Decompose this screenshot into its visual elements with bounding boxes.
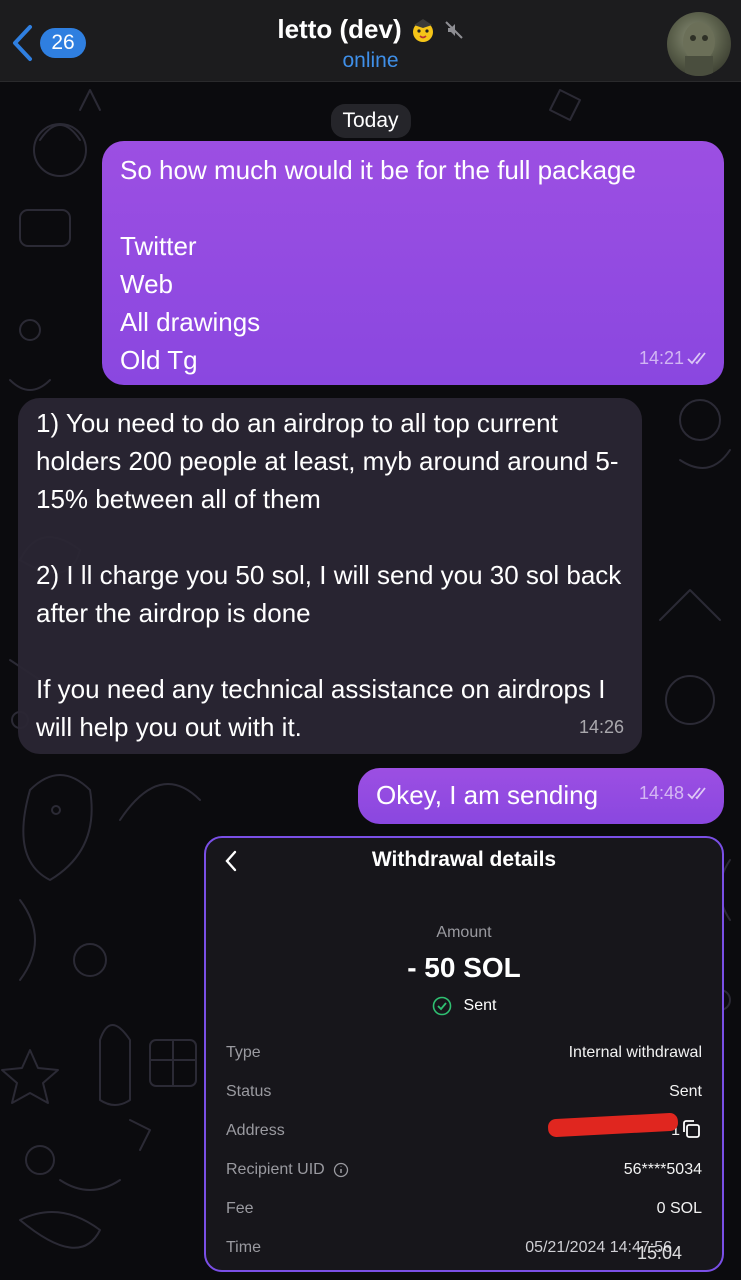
avatar[interactable] — [667, 12, 731, 76]
avatar-image — [683, 22, 715, 76]
detail-value: Sent — [669, 1083, 702, 1100]
info-icon[interactable] — [333, 1162, 349, 1178]
chat-title: letto (dev) — [277, 14, 402, 44]
message-time: 14:48 — [638, 783, 684, 803]
detail-value: 56****5034 — [623, 1161, 702, 1178]
detail-key-label: Recipient UID — [226, 1161, 325, 1178]
message-meta: 14:21 — [639, 339, 710, 377]
muted-icon — [444, 20, 463, 39]
message-meta: 14:48 — [639, 774, 710, 812]
amount-label: Amount — [436, 924, 492, 941]
detail-key: Address — [226, 1122, 285, 1139]
detail-key: Time — [226, 1239, 261, 1256]
detail-row-fee: Fee 0 SOL — [226, 1200, 702, 1239]
message-meta: 14:26 — [579, 708, 624, 746]
detail-row-address: Address 1 — [226, 1112, 702, 1161]
withdrawal-screenshot[interactable]: Withdrawal details Amount - 50 SOL Sent … — [204, 836, 724, 1272]
read-checks-icon — [687, 787, 706, 800]
detail-row-type: Type Internal withdrawal — [226, 1044, 702, 1083]
read-checks-icon — [687, 352, 706, 365]
sent-label: Sent — [463, 997, 497, 1014]
message-bubble-incoming[interactable]: 1) You need to do an airdrop to all top … — [18, 398, 642, 754]
message-bubble-outgoing[interactable]: So how much would it be for the full pac… — [102, 141, 724, 385]
withdrawal-title: Withdrawal details — [371, 848, 557, 871]
amount-value: - 50 SOL — [407, 952, 521, 983]
detail-key: Type — [226, 1044, 261, 1061]
withdrawal-details-list: Type Internal withdrawal Status Sent Add… — [226, 1044, 702, 1270]
withdrawal-header: Withdrawal details — [206, 838, 722, 884]
message-bubble-outgoing[interactable]: Okey, I am sending 14:48 — [358, 768, 724, 824]
message-time: 14:26 — [578, 717, 624, 737]
detail-key: Fee — [226, 1200, 254, 1217]
message-text: 1) You need to do an airdrop to all top … — [36, 408, 622, 742]
copy-icon[interactable] — [680, 1118, 702, 1140]
detail-key: Status — [226, 1083, 272, 1100]
sent-status: Sent — [206, 996, 722, 1016]
detail-row-time: Time 05/21/2024 14:47:56 15:04 — [226, 1239, 702, 1270]
detail-value: Internal withdrawal — [568, 1044, 702, 1061]
detail-row-recipient-uid: Recipient UID 56****5034 — [226, 1161, 702, 1200]
check-circle-icon — [432, 996, 451, 1016]
party-emoji-icon — [412, 18, 433, 42]
online-status: online — [342, 49, 399, 72]
message-time: 14:21 — [638, 348, 684, 368]
detail-key: Recipient UID — [226, 1161, 349, 1179]
message-text: So how much would it be for the full pac… — [120, 155, 636, 375]
chat-header: 26 letto (dev) online — [0, 0, 741, 82]
detail-value: 0 SOL — [656, 1200, 702, 1217]
message-time: 15:04 — [636, 1243, 682, 1263]
date-separator: Today — [330, 104, 411, 138]
chat-title-area[interactable]: letto (dev) online — [0, 14, 741, 73]
